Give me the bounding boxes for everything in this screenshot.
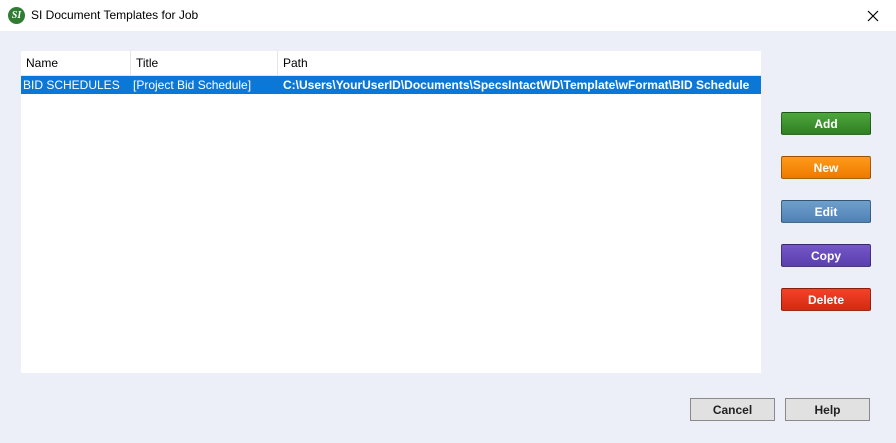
templates-table[interactable]: Name Title Path BID SCHEDULES [Project B… (21, 51, 761, 373)
column-header-path[interactable]: Path (278, 51, 761, 75)
help-button[interactable]: Help (785, 398, 870, 421)
title-bar: SI SI Document Templates for Job (0, 0, 896, 31)
delete-button[interactable]: Delete (781, 288, 871, 311)
cell-name: BID SCHEDULES (23, 78, 120, 92)
copy-button[interactable]: Copy (781, 244, 871, 267)
close-icon (867, 10, 879, 21)
window-title: SI Document Templates for Job (31, 8, 199, 22)
specsintact-app-icon: SI (8, 7, 25, 24)
column-header-name[interactable]: Name (21, 51, 131, 75)
close-button[interactable] (850, 0, 896, 31)
table-header: Name Title Path (21, 51, 761, 76)
add-button[interactable]: Add (781, 112, 871, 135)
edit-button[interactable]: Edit (781, 200, 871, 223)
column-header-title[interactable]: Title (131, 51, 278, 75)
dialog-window: SI SI Document Templates for Job Name Ti… (0, 0, 896, 443)
cancel-button[interactable]: Cancel (690, 398, 775, 421)
cell-title: [Project Bid Schedule] (133, 78, 252, 92)
cell-path: C:\Users\YourUserID\Documents\SpecsIntac… (283, 78, 750, 92)
table-row[interactable]: BID SCHEDULES [Project Bid Schedule] C:\… (21, 76, 761, 94)
new-button[interactable]: New (781, 156, 871, 179)
